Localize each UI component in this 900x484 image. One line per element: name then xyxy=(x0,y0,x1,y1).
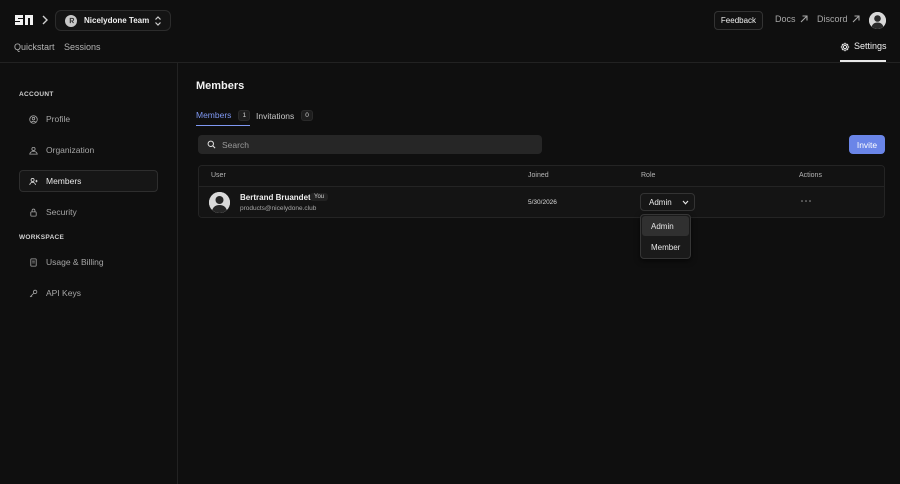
team-avatar xyxy=(65,14,77,27)
members-table: User Joined Role Actions Bertrand Bruand… xyxy=(198,165,885,218)
discord-link[interactable]: Discord xyxy=(817,14,860,24)
role-dropdown-menu: Admin Member xyxy=(640,214,691,259)
team-switcher[interactable]: Nicelydone Team xyxy=(55,10,171,31)
app-logo-icon[interactable] xyxy=(14,13,34,27)
user-circle-icon xyxy=(29,114,38,124)
sidebar-item-api-keys[interactable]: API Keys xyxy=(19,282,158,304)
members-tabs: Members 1 Invitations 0 xyxy=(196,105,326,126)
user-avatar[interactable] xyxy=(869,12,886,29)
member-email: products@nicelydone.club xyxy=(240,205,317,212)
role-select-value: Admin xyxy=(649,197,672,207)
lock-icon xyxy=(30,208,37,217)
arrow-up-right-icon xyxy=(800,15,808,23)
section-label-workspace: WORKSPACE xyxy=(19,234,65,241)
search-icon xyxy=(207,140,216,149)
tab-members[interactable]: Members 1 xyxy=(196,105,251,126)
users-icon xyxy=(29,177,38,185)
sidebar-item-label: Usage & Billing xyxy=(46,257,104,267)
arrow-up-right-icon xyxy=(852,15,860,23)
docs-link[interactable]: Docs xyxy=(775,14,808,24)
member-avatar xyxy=(209,192,230,213)
column-header-actions: Actions xyxy=(799,172,822,179)
sidebar-item-profile[interactable]: Profile xyxy=(19,108,158,130)
invitations-count-badge: 0 xyxy=(301,110,313,121)
docs-link-label: Docs xyxy=(775,14,796,24)
member-name: Bertrand Bruandet xyxy=(240,193,311,202)
key-icon xyxy=(29,289,38,297)
receipt-icon xyxy=(30,257,37,267)
sidebar-item-label: Profile xyxy=(46,114,71,124)
sidebar-item-members[interactable]: Members xyxy=(19,170,158,192)
sidebar-item-label: Organization xyxy=(46,145,95,155)
more-actions-icon[interactable] xyxy=(800,198,812,204)
tab-invitations[interactable]: Invitations 0 xyxy=(256,105,313,126)
page-title: Members xyxy=(196,80,245,92)
nav-sessions[interactable]: Sessions xyxy=(64,42,101,52)
gear-icon xyxy=(840,42,850,52)
sidebar-item-label: Members xyxy=(46,176,82,186)
chevron-right-icon xyxy=(41,15,49,25)
sidebar-item-organization[interactable]: Organization xyxy=(19,139,158,161)
main-nav: Quickstart Sessions Settings xyxy=(0,40,900,63)
search-field[interactable] xyxy=(198,135,542,154)
nav-quickstart[interactable]: Quickstart xyxy=(14,42,55,52)
sidebar-item-label: API Keys xyxy=(46,288,81,298)
tab-invitations-label: Invitations xyxy=(256,110,295,121)
table-header: User Joined Role Actions xyxy=(199,166,884,187)
sidebar-item-usage-billing[interactable]: Usage & Billing xyxy=(19,251,158,273)
feedback-button[interactable]: Feedback xyxy=(714,11,763,30)
member-joined-date: 5/30/2026 xyxy=(528,199,557,206)
sidebar-item-label: Security xyxy=(46,207,77,217)
tab-members-label: Members xyxy=(196,110,232,120)
discord-link-label: Discord xyxy=(817,14,848,24)
you-badge: You xyxy=(310,193,329,201)
nav-settings[interactable]: Settings xyxy=(840,40,887,62)
sidebar-item-security[interactable]: Security xyxy=(19,201,158,223)
column-header-joined: Joined xyxy=(528,172,549,179)
team-name: Nicelydone Team xyxy=(84,16,150,25)
role-option-member[interactable]: Member xyxy=(642,237,689,257)
settings-sidebar: ACCOUNT Profile Organization Members Sec… xyxy=(0,63,178,484)
nav-settings-label: Settings xyxy=(854,41,887,51)
table-row: Bertrand Bruandet You products@nicelydon… xyxy=(199,187,884,217)
organization-icon xyxy=(29,146,38,155)
section-label-account: ACCOUNT xyxy=(19,91,54,98)
column-header-user: User xyxy=(211,172,226,179)
search-input[interactable] xyxy=(222,139,522,150)
role-option-admin[interactable]: Admin xyxy=(642,216,689,236)
column-header-role: Role xyxy=(641,172,656,179)
invite-button[interactable]: Invite xyxy=(849,135,885,154)
top-bar: Nicelydone Team Feedback Docs Discord xyxy=(0,0,900,40)
chevron-up-down-icon xyxy=(154,15,162,26)
members-count-badge: 1 xyxy=(238,109,251,121)
chevron-down-icon xyxy=(682,200,689,205)
role-select[interactable]: Admin xyxy=(640,193,695,211)
